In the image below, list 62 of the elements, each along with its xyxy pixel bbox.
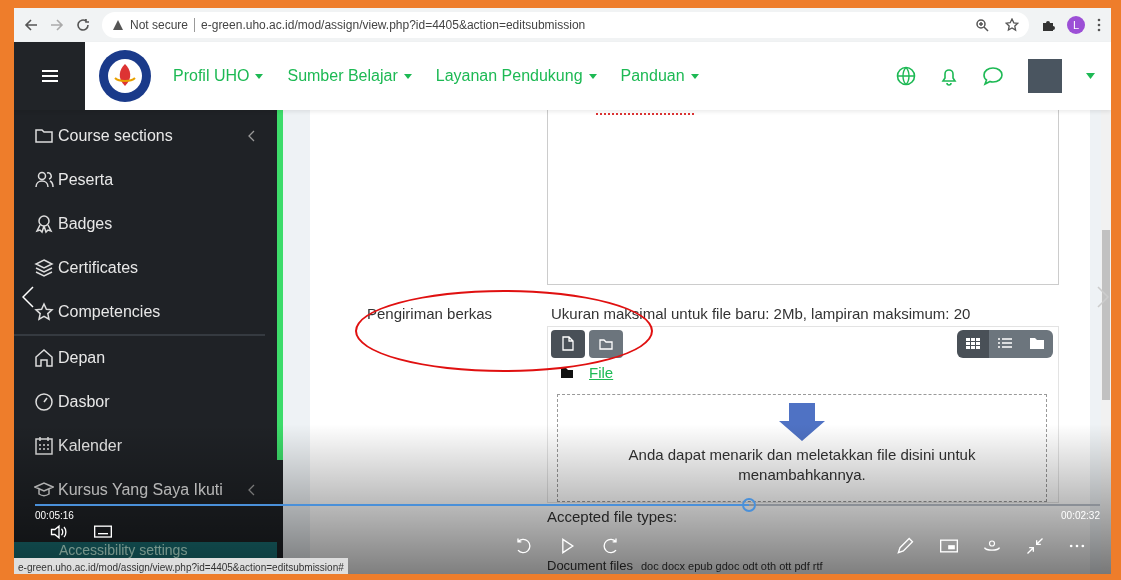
caret-icon[interactable] (403, 73, 412, 79)
bell-icon[interactable] (940, 66, 958, 86)
file-type-name: Document files (547, 558, 633, 573)
file-icon[interactable] (562, 336, 574, 351)
sidebar-item[interactable]: Competencies (30, 290, 277, 334)
home-icon (34, 348, 54, 368)
star-icon[interactable] (1005, 18, 1019, 32)
profile-avatar[interactable]: L (1067, 16, 1085, 34)
scrollbar-thumb[interactable] (1102, 230, 1110, 400)
file-extensions: doc docx epub gdoc odt oth ott pdf rtf (641, 559, 823, 574)
caret-icon[interactable] (255, 73, 264, 79)
status-url: e-green.uho.ac.id/mod/assign/view.php?id=4405&action=editsubmission# (14, 558, 348, 574)
field-label: Pengiriman berkas (366, 304, 494, 324)
sidebar-item[interactable]: Badges (30, 202, 277, 246)
security-label: Not secure (130, 17, 189, 34)
caret-icon[interactable] (588, 73, 597, 79)
university-logo (97, 48, 153, 104)
globe-icon[interactable] (896, 66, 916, 86)
grid-icon[interactable] (965, 337, 981, 350)
folder-icon (561, 367, 573, 378)
accepted-types-label: Accepted file types: (547, 508, 678, 526)
list-view-button[interactable] (989, 329, 1021, 358)
add-file-button[interactable] (551, 329, 585, 358)
folder-icon[interactable] (599, 337, 613, 350)
layers-icon (34, 258, 54, 278)
sidebar-item[interactable]: Dasbor (30, 380, 277, 424)
url-text: e-green.uho.ac.id/mod/assign/view.php?id=4405&action=editsubmission (201, 17, 586, 34)
remaining-time: 00:02:32 (1061, 509, 1100, 523)
reload-icon[interactable] (76, 18, 90, 32)
address-bar[interactable]: Not secure e-green.uho.ac.id/mod/assign/view.php?id=4405&action=editsubmission (102, 12, 1029, 38)
drop-instructions: Anda dapat menarik dan meletakkan file disini untuk menambahkannya. (627, 445, 977, 486)
zoom-icon[interactable] (975, 18, 989, 32)
puzzle-icon[interactable] (1041, 18, 1055, 32)
sidebar-item[interactable]: Certificates (30, 246, 277, 290)
elapsed-time: 00:05:16 (35, 509, 74, 523)
separator-bar (194, 18, 196, 32)
gauge-icon (34, 392, 54, 412)
create-folder-button[interactable] (589, 329, 623, 358)
star-icon (34, 302, 54, 322)
drop-zone[interactable]: Anda dapat menarik dan meletakkan file disini untuk menambahkannya. (557, 394, 1047, 502)
folder-icon (34, 126, 54, 146)
folder-icon[interactable] (1029, 337, 1045, 350)
chevron-left-icon[interactable] (22, 286, 34, 308)
menu-icon[interactable] (41, 69, 58, 83)
calendar-icon (34, 436, 54, 456)
folder-view-button[interactable] (1021, 329, 1053, 358)
caret-icon[interactable] (690, 73, 699, 79)
back-arrow-icon[interactable] (24, 18, 38, 32)
more-vertical-icon[interactable] (1097, 18, 1101, 32)
seek-handle[interactable] (741, 498, 756, 512)
forward-arrow-icon[interactable] (50, 18, 64, 32)
caret-icon[interactable] (1086, 73, 1095, 79)
warning-icon (112, 19, 124, 31)
sidebar-item[interactable]: Course sections (30, 114, 277, 158)
chat-bubble-icon[interactable] (982, 66, 1004, 86)
ribbon-icon (34, 214, 54, 234)
people-icon (34, 170, 54, 190)
list-icon[interactable] (997, 337, 1013, 350)
sidebar-item[interactable]: Depan (30, 336, 277, 380)
sidebar-item[interactable]: Peserta (30, 158, 277, 202)
grid-view-button[interactable] (957, 329, 989, 358)
down-arrow-icon (779, 403, 825, 441)
